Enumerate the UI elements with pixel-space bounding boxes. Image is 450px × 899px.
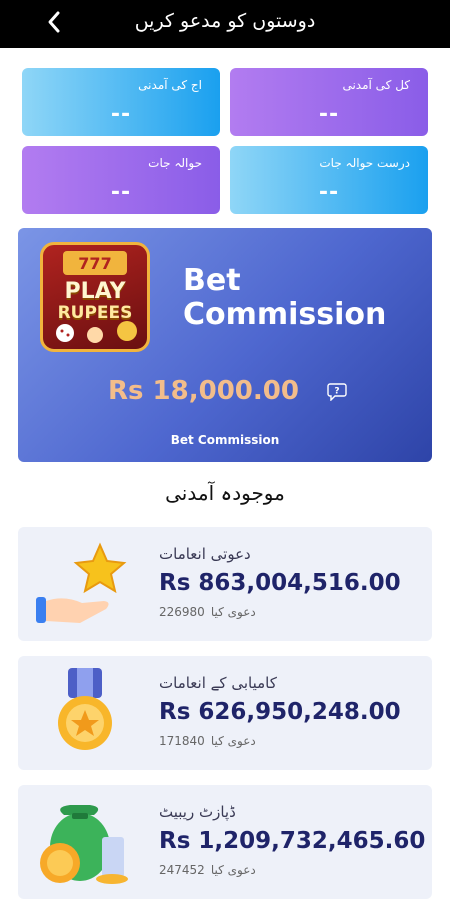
reward-title: ڈپازٹ ریبیٹ <box>159 803 236 821</box>
stat-card-today-income: اج کی آمدنی -- <box>22 68 220 136</box>
svg-text:777: 777 <box>78 254 111 273</box>
commission-title: Bet Commission <box>183 263 387 332</box>
stat-card-valid-referrals: درست حوالہ جات -- <box>230 146 428 214</box>
reward-value: Rs 1,209,732,465.60 <box>159 828 426 854</box>
stat-label: درست حوالہ جات <box>319 156 410 170</box>
medal-icon <box>34 668 130 758</box>
money-bag-icon <box>34 797 130 887</box>
commission-amount: Rs 18,000.00 <box>108 376 299 406</box>
stat-value: -- <box>318 102 340 127</box>
claim-label: دعوی کیا <box>210 863 256 877</box>
section-title: موجودہ آمدنی <box>165 481 285 505</box>
stat-card-total-income: کل کی آمدنی -- <box>230 68 428 136</box>
claim-count: 226980 <box>159 605 205 619</box>
stat-label: اج کی آمدنی <box>138 78 202 92</box>
reward-title: دعوتی انعامات <box>159 545 251 563</box>
star-hand-icon <box>34 539 130 629</box>
bet-commission-card[interactable]: 777 PLAY RUPEES Bet Commission Rs 18,000… <box>18 228 432 462</box>
reward-value: Rs 626,950,248.00 <box>159 699 401 725</box>
claim-count: 171840 <box>159 734 205 748</box>
stat-value: -- <box>318 180 340 205</box>
reward-meta: 247452 دعوی کیا <box>159 863 262 877</box>
stat-value: -- <box>110 102 132 127</box>
reward-meta: 171840 دعوی کیا <box>159 734 262 748</box>
reward-value: Rs 863,004,516.00 <box>159 570 401 596</box>
stat-label: حوالہ جات <box>148 156 202 170</box>
claim-label: دعوی کیا <box>210 605 256 619</box>
stat-label: کل کی آمدنی <box>342 78 410 92</box>
claim-count: 247452 <box>159 863 205 877</box>
stat-value: -- <box>110 180 132 205</box>
top-bar: دوستوں کو مدعو کریں <box>0 0 450 48</box>
reward-card-deposit-rebate[interactable]: ڈپازٹ ریبیٹ Rs 1,209,732,465.60 247452 دع… <box>18 785 432 899</box>
commission-subtitle: Bet Commission <box>170 433 280 447</box>
reward-meta: 226980 دعوی کیا <box>159 605 262 619</box>
page-title: دوستوں کو مدعو کریں <box>134 10 316 32</box>
play-rupees-logo: 777 PLAY RUPEES <box>40 242 150 352</box>
reward-title: کامیابی کے انعامات <box>159 674 277 692</box>
reward-card-invitation[interactable]: دعوتی انعامات Rs 863,004,516.00 226980 دع… <box>18 527 432 641</box>
reward-card-achievement[interactable]: کامیابی کے انعامات Rs 626,950,248.00 171… <box>18 656 432 770</box>
help-icon[interactable]: ? <box>327 383 347 401</box>
stat-card-referrals: حوالہ جات -- <box>22 146 220 214</box>
svg-text:?: ? <box>334 387 339 397</box>
claim-label: دعوی کیا <box>210 734 256 748</box>
